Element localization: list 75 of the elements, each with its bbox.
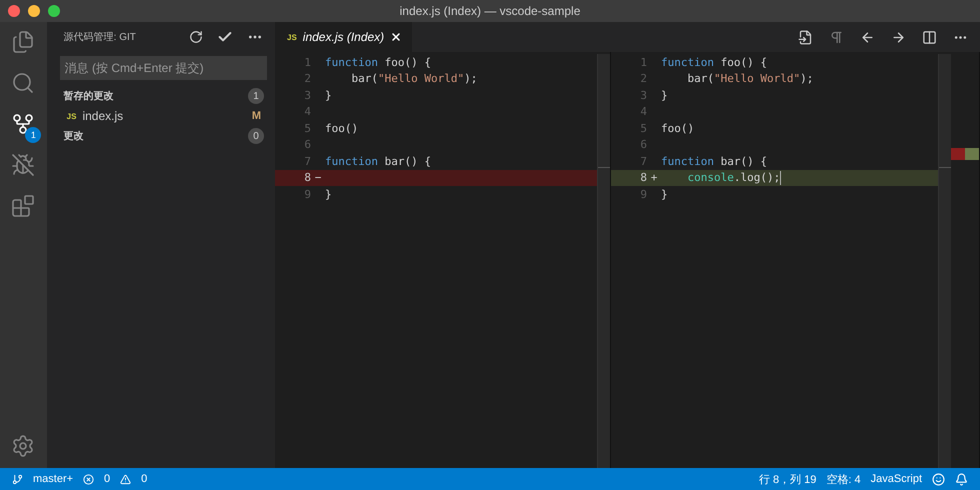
line-number: 2 (639, 72, 647, 86)
sidebar-title: 源代码管理: GIT (64, 31, 137, 44)
file-status: M (252, 110, 261, 122)
line-number: 7 (639, 154, 647, 168)
line-number: 6 (303, 138, 311, 152)
cursor-position[interactable]: 行 8，列 19 (758, 472, 816, 486)
code-text: function foo() { (325, 56, 431, 69)
error-count[interactable]: 0 (104, 473, 110, 485)
branch-icon[interactable] (12, 474, 23, 484)
line-number: 1 (639, 56, 647, 69)
line-number: 9 (303, 188, 311, 201)
line-number: 9 (639, 188, 647, 201)
count-badge: 1 (25, 127, 42, 143)
code-text: bar("Hello World"); (351, 72, 478, 86)
commit-message-field[interactable]: 消息 (按 Cmd+Enter 提交) (60, 56, 267, 80)
code-text: } (661, 188, 668, 201)
settings-icon[interactable] (11, 434, 36, 458)
warning-icon[interactable] (120, 474, 132, 484)
source-control-icon[interactable] (11, 112, 36, 136)
line-number: 8 (303, 171, 311, 184)
file-item[interactable]: index.js (82, 109, 246, 123)
line-number: 5 (639, 122, 647, 135)
indentation-status[interactable]: 空格: 4 (826, 472, 861, 486)
count-badge: 0 (248, 128, 264, 144)
scrollbar[interactable] (597, 54, 610, 468)
group-label[interactable]: 暂存的更改 (64, 89, 248, 103)
bug-icon[interactable] (11, 153, 36, 177)
diff-marker: + (650, 171, 658, 184)
code-text: function foo() { (661, 56, 767, 69)
line-number: 8 (639, 171, 647, 184)
line-number: 3 (639, 88, 647, 102)
zoom-light[interactable] (48, 5, 60, 17)
branch-status[interactable]: master+ (33, 473, 74, 485)
extensions-icon[interactable] (11, 194, 36, 218)
line-number: 5 (303, 122, 311, 135)
scrollbar[interactable] (938, 54, 951, 468)
line-number: 2 (303, 72, 311, 86)
line-number: 3 (303, 88, 311, 102)
line-number: 7 (303, 154, 311, 168)
arrow-right-icon[interactable] (891, 30, 906, 44)
close-light[interactable] (8, 5, 20, 17)
count-badge: 1 (248, 88, 264, 104)
added-marker (965, 148, 979, 160)
search-icon[interactable] (11, 71, 36, 95)
language-status[interactable]: JavaScript (870, 473, 922, 485)
group-label[interactable]: 更改 (64, 129, 248, 143)
code-text: } (661, 88, 668, 102)
minimize-light[interactable] (28, 5, 40, 17)
file-arrow-icon[interactable] (798, 30, 813, 44)
code-text: bar("Hello World"); (687, 72, 814, 86)
removed-marker (951, 148, 965, 160)
code-text: function bar() { (661, 154, 767, 168)
code-text: console.log(); (687, 171, 780, 184)
window-title: index.js (Index) — vscode-sample (398, 4, 582, 18)
error-icon[interactable] (83, 474, 94, 484)
code-text: foo() (325, 122, 358, 135)
pilcrow-icon[interactable] (829, 30, 844, 44)
code-text: function bar() { (325, 154, 431, 168)
split-editor-icon[interactable] (922, 30, 937, 44)
code-text: foo() (661, 122, 694, 135)
close-icon[interactable] (390, 31, 402, 43)
warning-count[interactable]: 0 (141, 473, 148, 485)
editor-tab[interactable]: JS index.js (Index) (275, 22, 412, 52)
line-number: 1 (303, 56, 311, 69)
line-number: 4 (639, 105, 647, 118)
js-file-icon: JS (66, 112, 76, 120)
smiley-icon[interactable] (932, 472, 945, 486)
line-number: 4 (303, 105, 311, 118)
code-text: } (325, 88, 332, 102)
code-text: } (325, 188, 332, 201)
line-number: 6 (639, 138, 647, 152)
bell-icon[interactable] (955, 472, 968, 486)
diff-marker: − (314, 171, 322, 184)
files-icon[interactable] (11, 30, 36, 54)
refresh-icon[interactable] (189, 30, 203, 44)
